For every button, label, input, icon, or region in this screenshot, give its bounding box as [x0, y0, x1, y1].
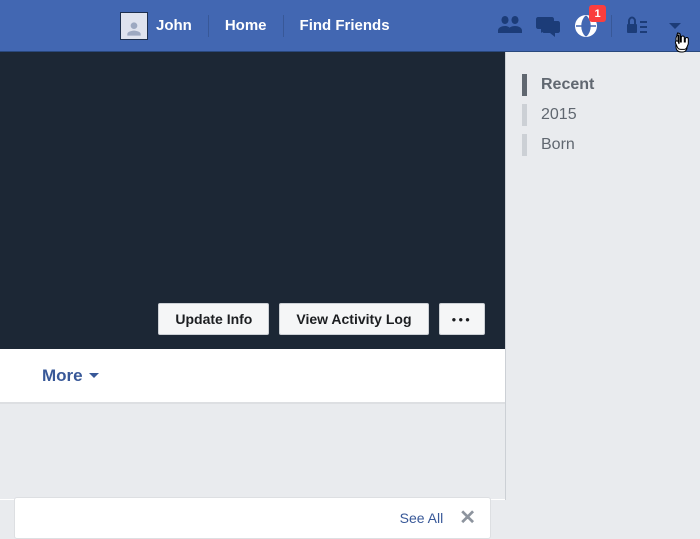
messages-icon[interactable]	[530, 11, 566, 41]
chevron-down-icon	[89, 373, 99, 378]
profile-tab-bar: More	[0, 349, 505, 403]
timeline-item-born[interactable]: Born	[506, 130, 700, 160]
cover-photo-area: Update Info View Activity Log ●●●	[0, 52, 505, 349]
friend-requests-icon[interactable]	[492, 11, 528, 41]
update-info-button[interactable]: Update Info	[158, 303, 269, 335]
overflow-menu-button[interactable]: ●●●	[439, 303, 486, 335]
timeline-item-recent[interactable]: Recent	[506, 70, 700, 100]
nav-home[interactable]: Home	[211, 11, 281, 41]
tray-divider	[611, 15, 612, 37]
lower-section: See All ✕	[0, 403, 505, 499]
chevron-down-icon	[669, 23, 681, 29]
more-dropdown[interactable]: More	[42, 366, 99, 386]
close-icon[interactable]: ✕	[459, 508, 476, 528]
nav-find-friends[interactable]: Find Friends	[286, 11, 404, 41]
see-all-link[interactable]: See All	[400, 510, 444, 526]
activity-log-button[interactable]: View Activity Log	[279, 303, 428, 335]
timeline-marker	[522, 134, 527, 156]
timeline-sidebar: Recent 2015 Born	[506, 52, 700, 500]
suggestion-card: See All ✕	[14, 497, 491, 539]
timeline-label: 2015	[541, 106, 577, 124]
nav-divider	[208, 15, 209, 37]
icon-tray: 1	[491, 0, 694, 52]
main-content: Update Info View Activity Log ●●● More S…	[0, 52, 700, 500]
nav-profile-link[interactable]: John	[120, 11, 206, 41]
privacy-shortcuts-icon[interactable]	[619, 11, 655, 41]
timeline-item-year[interactable]: 2015	[506, 100, 700, 130]
notification-badge: 1	[589, 5, 606, 22]
account-menu-icon[interactable]	[657, 11, 693, 41]
notifications-icon[interactable]: 1	[568, 11, 604, 41]
top-nav-bar: John Home Find Friends 1	[0, 0, 700, 52]
timeline-marker	[522, 74, 527, 96]
nav-divider	[283, 15, 284, 37]
nav-user-name: John	[156, 17, 192, 34]
avatar-icon	[120, 12, 148, 40]
timeline-marker	[522, 104, 527, 126]
timeline-label: Born	[541, 136, 575, 154]
more-label: More	[42, 366, 83, 386]
timeline-label: Recent	[541, 76, 594, 94]
cover-action-bar: Update Info View Activity Log ●●●	[158, 303, 485, 335]
profile-column: Update Info View Activity Log ●●● More S…	[0, 52, 506, 500]
